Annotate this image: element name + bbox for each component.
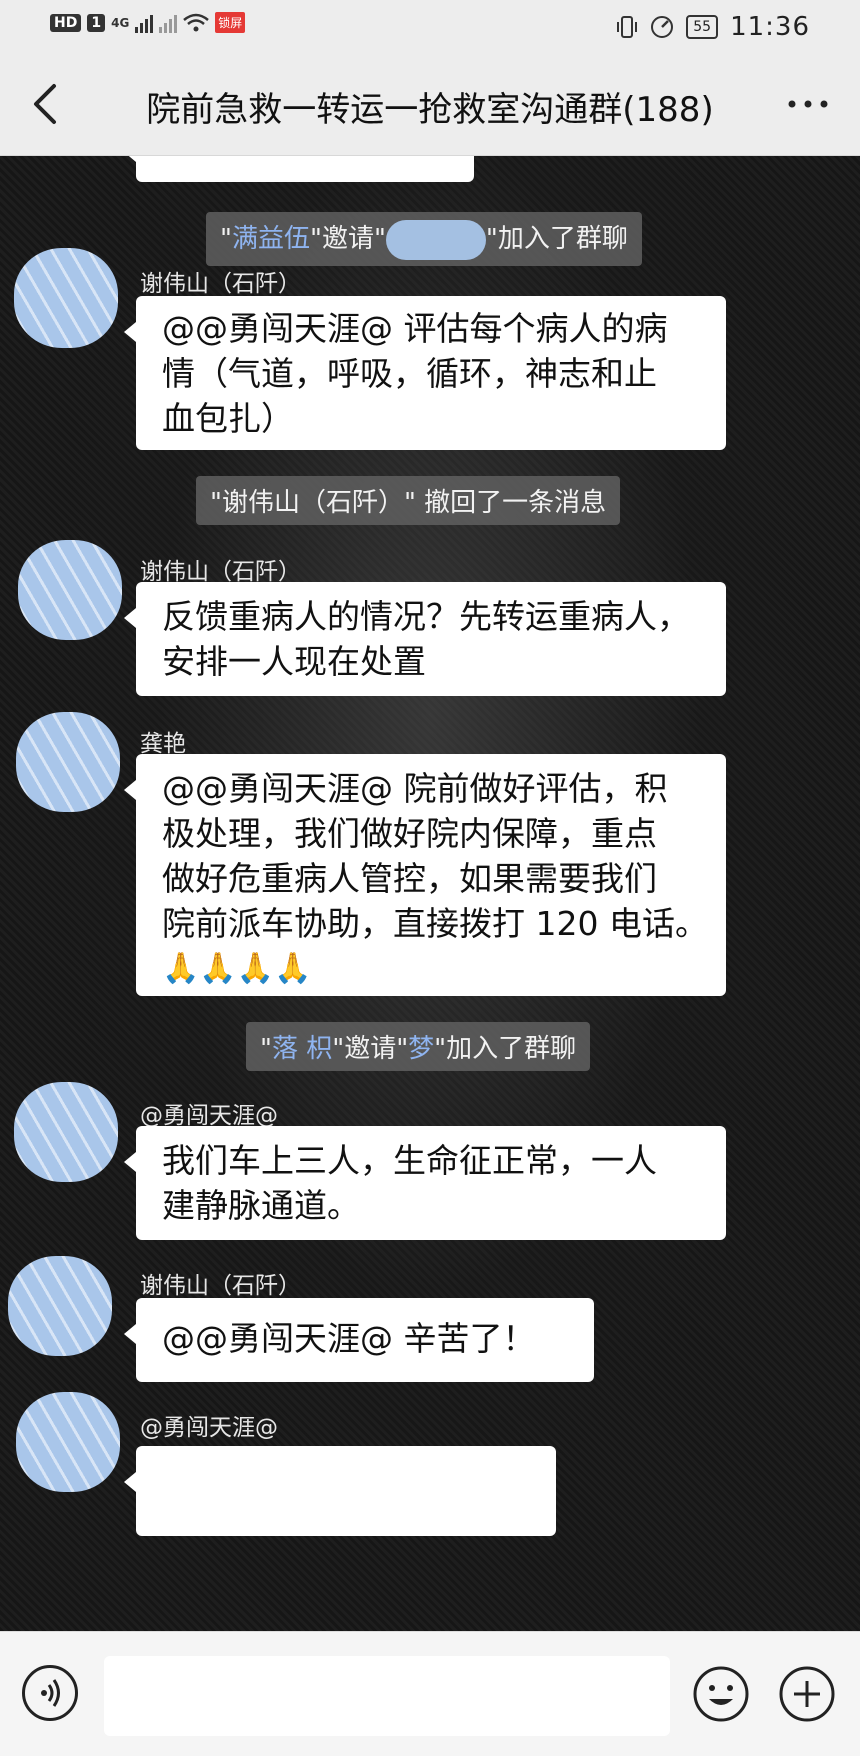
message-line: @@勇闯天涯@ 辛苦了！ <box>162 1319 536 1358</box>
sender-name: @勇闯天涯@ <box>140 1415 278 1441</box>
system-message-recall: "谢伟山（石阡）" 撤回了一条消息 <box>196 476 621 525</box>
smiley-icon <box>693 1666 749 1722</box>
message-line: 情（气道，呼吸，循环，神志和止 <box>162 354 657 393</box>
quote: " <box>220 224 232 254</box>
message-bubble[interactable]: @@勇闯天涯@ 辛苦了！ <box>124 1298 594 1382</box>
voice-button[interactable] <box>22 1665 78 1721</box>
invite-text: "邀请" <box>332 1034 409 1064</box>
status-right-group: 55 11:36 <box>616 12 810 42</box>
title-bar: 院前急救一转运一抢救室沟通群(188) <box>0 52 860 156</box>
message-bubble-cut-bottom[interactable] <box>124 1446 556 1536</box>
message-bubble-cut-top[interactable] <box>124 156 474 182</box>
quote: " <box>260 1034 272 1064</box>
voice-icon <box>41 1679 60 1707</box>
more-dots-icon <box>788 100 828 108</box>
sender-name: @勇闯天涯@ <box>140 1103 278 1129</box>
battery-icon: 55 <box>686 15 719 39</box>
sender-name: 谢伟山（石阡） <box>140 1273 301 1299</box>
message-line: 建静脉通道。 <box>162 1186 360 1225</box>
avatar[interactable] <box>18 540 122 640</box>
clock: 11:36 <box>730 12 810 42</box>
message-line: 反馈重病人的情况？先转运重病人， <box>162 597 690 636</box>
avatar[interactable] <box>14 248 118 348</box>
avatar[interactable] <box>16 1392 120 1492</box>
status-bar: HD 1 4G 锁屏 55 11:36 <box>0 0 860 52</box>
message-line: @@勇闯天涯@ 院前做好评估，积 <box>162 769 668 808</box>
screen-record-badge: 锁屏 <box>215 12 246 33</box>
message-bubble[interactable]: @@勇闯天涯@ 院前做好评估，积 极处理，我们做好院内保障，重点 做好危重病人管… <box>124 754 726 996</box>
pray-emoji-row: 🙏🙏🙏🙏 <box>162 951 312 986</box>
message-line: 安排一人现在处置 <box>162 642 426 681</box>
joined-text: "加入了群聊 <box>485 224 628 254</box>
chat-title: 院前急救一转运一抢救室沟通群(188) <box>146 90 714 130</box>
joined-text: "加入了群聊 <box>434 1034 577 1064</box>
message-bubble[interactable]: 反馈重病人的情况？先转运重病人， 安排一人现在处置 <box>124 582 726 696</box>
speedometer-icon <box>651 16 674 38</box>
signal-icon <box>135 13 154 33</box>
emoji-button[interactable] <box>692 1665 750 1723</box>
hd-badge: HD <box>50 13 82 32</box>
vibrate-icon <box>617 16 638 38</box>
avatar[interactable] <box>16 712 120 812</box>
sim-badge: 1 <box>87 13 106 32</box>
message-line: 血包扎） <box>162 399 294 438</box>
message-line: 极处理，我们做好院内保障，重点 <box>162 814 657 853</box>
avatar[interactable] <box>14 1082 118 1182</box>
system-message-invite-2: "落 枳"邀请"梦"加入了群聊 <box>246 1022 591 1071</box>
invite-text: "邀请" <box>309 224 386 254</box>
sender-name: 谢伟山（石阡） <box>140 559 301 585</box>
signal-2-icon <box>159 13 178 33</box>
chat-area[interactable]: "满益伍"邀请" "加入了群聊 谢伟山（石阡） @@勇闯天涯@ 评估每个病人的病 … <box>0 156 860 1631</box>
message-line: 我们车上三人，生命征正常，一人 <box>162 1141 657 1180</box>
invitee-name[interactable]: 梦 <box>408 1034 434 1064</box>
message-line: 做好危重病人管控，如果需要我们 <box>162 859 657 898</box>
inviter-name[interactable]: 落 枳 <box>272 1034 332 1064</box>
message-bubble[interactable]: @@勇闯天涯@ 评估每个病人的病 情（气道，呼吸，循环，神志和止 血包扎） <box>124 296 726 450</box>
message-line: @@勇闯天涯@ 评估每个病人的病 <box>162 309 668 348</box>
input-bar <box>0 1631 860 1756</box>
plus-button[interactable] <box>778 1665 836 1723</box>
blurred-name <box>385 219 486 260</box>
message-line: 院前派车协助，直接拨打 120 电话。 <box>162 904 708 943</box>
sender-name: 谢伟山（石阡） <box>140 271 301 297</box>
wifi-icon <box>183 13 210 31</box>
message-bubble[interactable]: 我们车上三人，生命征正常，一人 建静脉通道。 <box>124 1126 726 1240</box>
inviter-name[interactable]: 满益伍 <box>232 224 310 254</box>
avatar[interactable] <box>8 1256 112 1356</box>
plus-icon <box>779 1666 835 1722</box>
message-input[interactable] <box>104 1656 670 1736</box>
status-left-group: HD 1 4G 锁屏 <box>50 12 246 33</box>
more-button[interactable] <box>786 96 830 112</box>
system-message-invite-1: "满益伍"邀请" "加入了群聊 <box>206 212 642 266</box>
sender-name: 龚艳 <box>140 731 186 757</box>
network-label: 4G <box>111 15 130 30</box>
